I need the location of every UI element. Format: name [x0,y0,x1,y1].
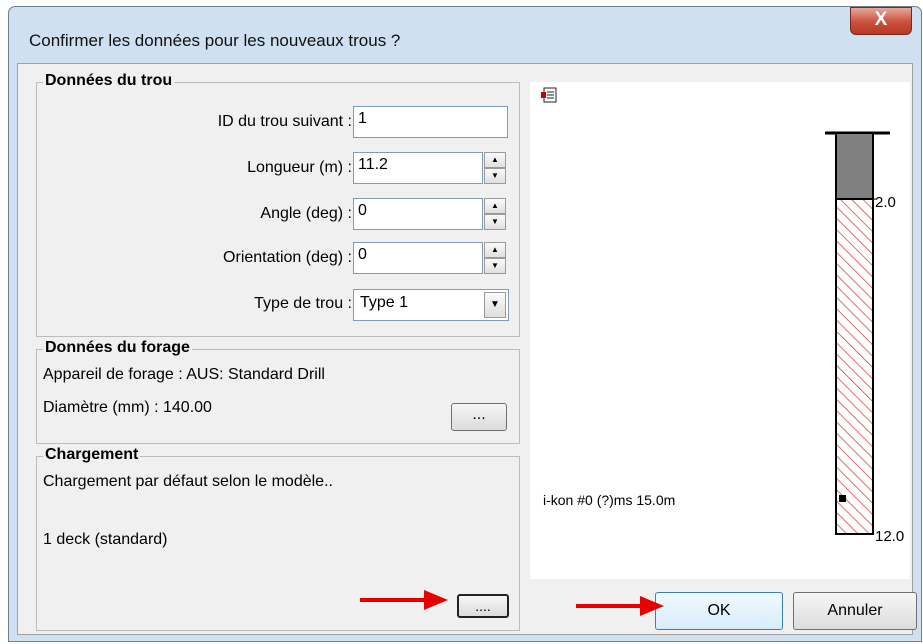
primer-marker [839,495,846,502]
cancel-button[interactable]: Annuler [793,592,917,630]
deck-text: 1 deck (standard) [43,531,168,548]
spin-down-icon[interactable]: ▼ [484,214,506,230]
annotation-arrow-browse [360,590,448,610]
orientation-input[interactable]: 0 [353,242,483,274]
spin-up-icon[interactable]: ▲ [484,152,506,168]
hole-type-value: Type 1 [360,294,409,311]
hole-type-select[interactable]: Type 1 ▼ [353,289,509,321]
close-button[interactable]: X [850,7,912,35]
close-icon: X [874,9,888,30]
next-hole-id-label: ID du trou suivant : [217,113,352,130]
hole-data-group: Données du trou ID du trou suivant : 1 L… [36,72,520,337]
spin-down-icon[interactable]: ▼ [484,168,506,184]
primer-text: i-kon #0 (?)ms 15.0m [543,492,675,508]
dialog-window: Confirmer les données pour les nouveaux … [8,6,922,642]
orientation-label: Orientation (deg) : [223,249,352,266]
charging-legend: Chargement [43,446,141,464]
spin-up-icon[interactable]: ▲ [484,242,506,258]
ok-button[interactable]: OK [655,592,783,630]
length-label: Longueur (m) : [247,159,352,176]
hole-data-legend: Données du trou [43,72,175,90]
hole-preview-panel: 2.0 12.0 i-kon #0 (?)ms 15.0m [530,82,910,579]
title-bar: Confirmer les données pour les nouveaux … [9,7,921,63]
charge-section [835,198,874,535]
charging-browse-button[interactable]: .... [457,594,509,618]
spin-down-icon[interactable]: ▼ [484,258,506,274]
stemming-depth-label: 2.0 [875,194,896,211]
length-spinner[interactable]: ▲ ▼ [484,152,506,184]
drill-browse-button[interactable]: ... [451,403,507,431]
angle-label: Angle (deg) : [260,205,352,222]
drill-data-group: Données du forage Appareil de forage : A… [36,339,520,444]
diameter-text: Diamètre (mm) : 140.00 [43,399,212,416]
drill-data-legend: Données du forage [43,339,192,357]
chevron-down-icon[interactable]: ▼ [484,292,506,318]
next-hole-id-input[interactable]: 1 [353,106,508,138]
dialog-client-area: Données du trou ID du trou suivant : 1 L… [17,63,917,635]
angle-input[interactable]: 0 [353,198,483,230]
hole-type-label: Type de trou : [254,295,352,312]
annotation-arrow-ok [576,596,664,616]
angle-spinner[interactable]: ▲ ▼ [484,198,506,230]
drill-rig-text: Appareil de forage : AUS: Standard Drill [43,366,325,383]
print-icon[interactable] [541,87,557,103]
orientation-spinner[interactable]: ▲ ▼ [484,242,506,274]
stemming-section [835,132,874,200]
length-input[interactable]: 11.2 [353,152,483,184]
spin-up-icon[interactable]: ▲ [484,198,506,214]
hole-diagram: 2.0 12.0 i-kon #0 (?)ms 15.0m [541,87,904,545]
charging-default-text: Chargement par défaut selon le modèle.. [43,473,333,490]
bottom-depth-label: 12.0 [875,528,904,545]
dialog-title: Confirmer les données pour les nouveaux … [29,31,401,50]
